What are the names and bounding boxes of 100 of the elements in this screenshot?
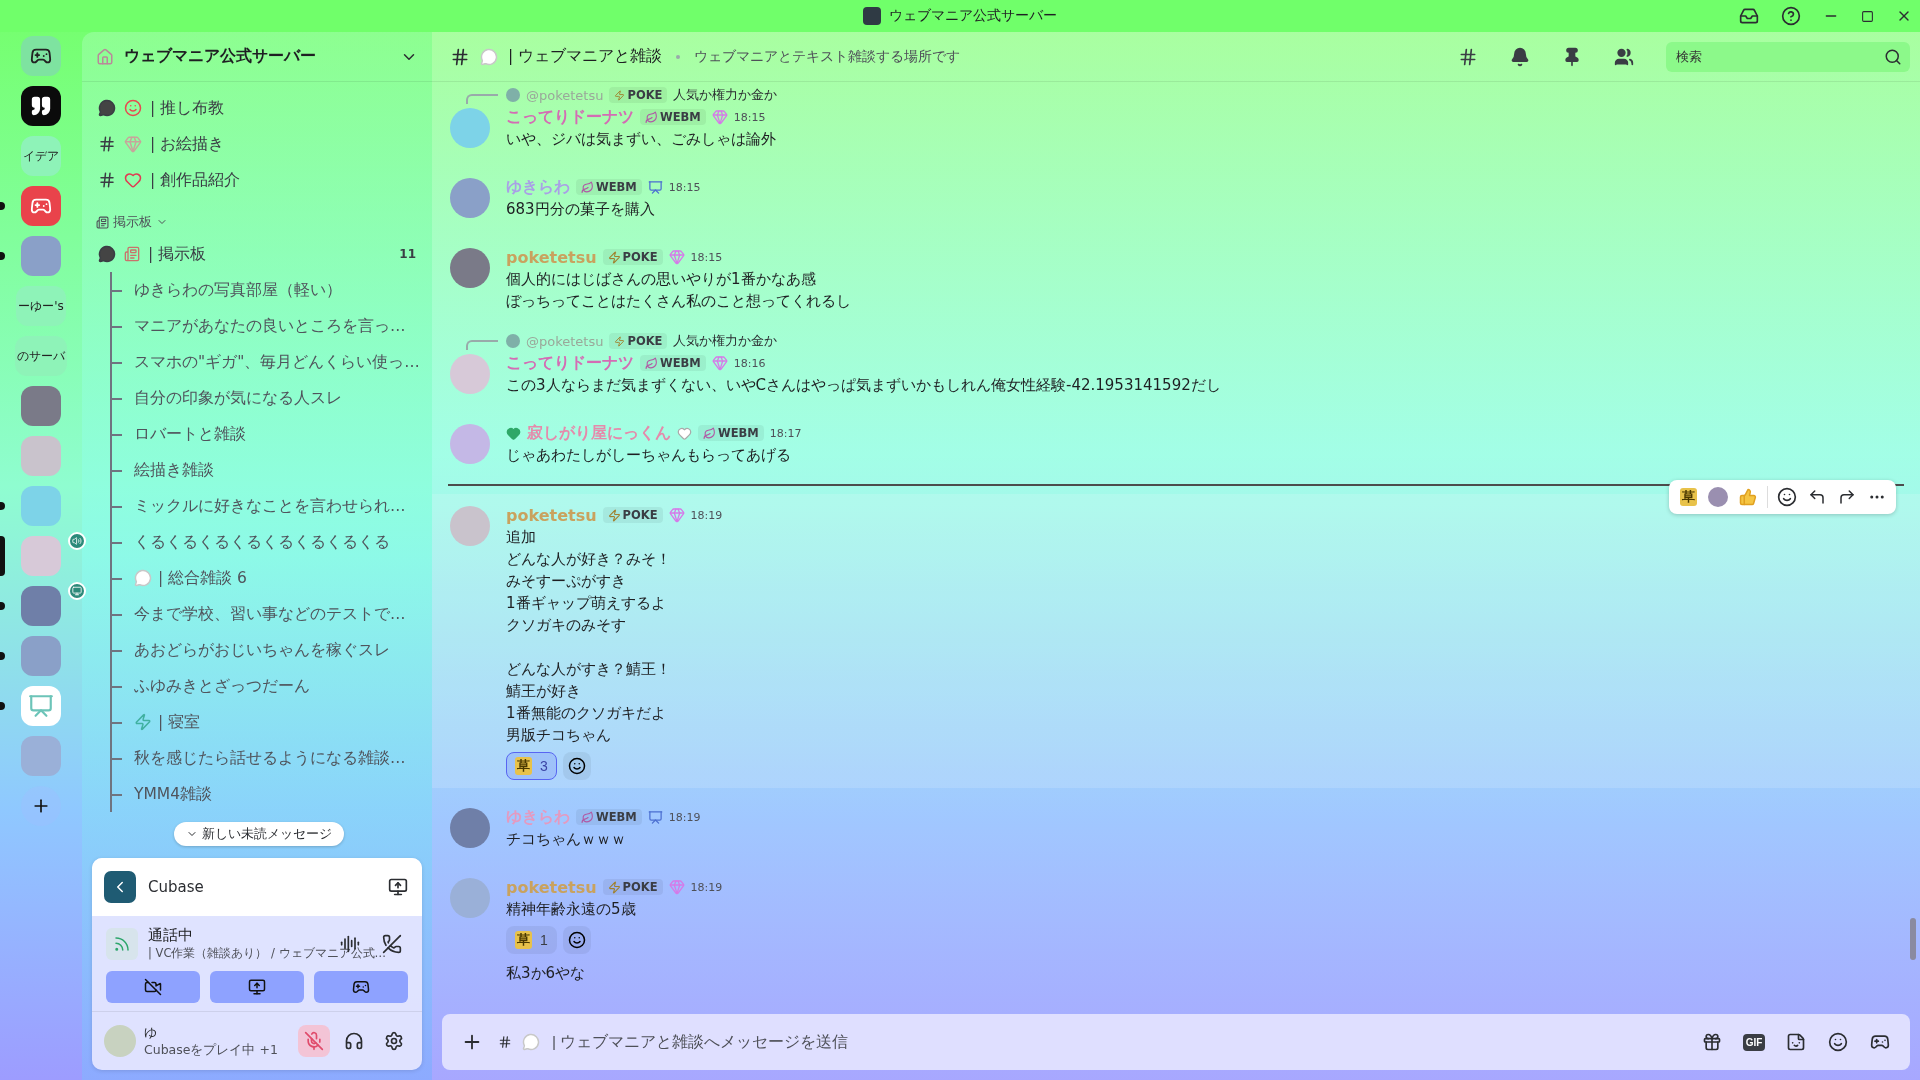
reply-connector xyxy=(466,94,498,104)
crystal-icon xyxy=(711,109,728,125)
channel-name[interactable]: | 推し布教 xyxy=(150,97,225,119)
thread-name[interactable]: YMM4雑談 xyxy=(134,783,213,805)
role-tag: POKE xyxy=(609,87,668,103)
timestamp: 18:19 xyxy=(690,508,723,522)
role-tag: POKE xyxy=(602,507,663,523)
hash-icon xyxy=(498,1035,512,1049)
leaf-icon xyxy=(581,180,594,194)
user-avatar xyxy=(506,334,520,348)
message-text: 1番ギャップ萌えするよ xyxy=(506,593,667,614)
message-text: じゃあわたしがしーちゃんもらってあげる xyxy=(506,445,792,466)
add-server-button[interactable] xyxy=(21,786,61,826)
timestamp: 18:15 xyxy=(668,180,701,194)
message-text: 個人的にはじばさんの思いやりが1番かなあ感 xyxy=(506,269,817,290)
reply-preview[interactable]: 人気か権力か金か xyxy=(673,86,778,104)
monitor-icon xyxy=(68,582,86,600)
newspaper-icon xyxy=(124,246,140,262)
connection-icon xyxy=(106,927,138,960)
heart-icon xyxy=(677,425,692,441)
server-name[interactable]: ウェブマニア公式サーバー xyxy=(124,46,390,67)
thread-name[interactable]: スマホの"ギガ"、毎月どんくらい使っ… xyxy=(134,351,420,373)
add-reaction-button[interactable] xyxy=(562,926,591,954)
crystal-icon xyxy=(668,249,685,265)
thread-name[interactable]: ミックルに好きなことを言わせられ… xyxy=(134,495,406,517)
camera-off-button[interactable] xyxy=(106,971,200,1003)
channel-name[interactable]: | 掲示板 xyxy=(148,243,207,265)
role-tag: WEBM xyxy=(576,809,642,825)
unread-messages-button[interactable]: 新しい未読メッセージ xyxy=(174,822,344,846)
activity-name: Cubase xyxy=(148,878,205,896)
thread-name[interactable]: マニアがあなたの良いところを言っ… xyxy=(134,315,406,337)
lightning-icon xyxy=(607,880,621,894)
message-text: 鯖王が好き xyxy=(506,681,582,702)
unread-count: 11 xyxy=(399,247,416,261)
server-name[interactable]: イデア xyxy=(21,136,61,176)
help-icon[interactable] xyxy=(1781,6,1801,26)
thread-name[interactable]: 秋を感じたら話せるようになる雑談… xyxy=(134,747,406,769)
hearts-icon xyxy=(124,171,142,189)
channel-name[interactable]: | お絵描き xyxy=(150,133,225,155)
user-activity: Cubaseをプレイ中 +1 xyxy=(144,1041,279,1059)
leaf-icon xyxy=(581,810,594,824)
thread-name[interactable]: ロバートと雑談 xyxy=(134,423,246,445)
lightning-icon xyxy=(614,89,626,101)
thread-name[interactable]: 今まで学校、習い事などのテストで… xyxy=(134,603,406,625)
scrollbar[interactable] xyxy=(1910,918,1916,960)
channel-title: | ウェブマニアと雑談 xyxy=(508,46,663,67)
reaction-button[interactable]: 草 1 xyxy=(506,926,557,954)
role-tag: POKE xyxy=(602,249,663,265)
thread-name[interactable]: ふゆみきとざっつだーん xyxy=(134,675,310,697)
channel-name[interactable]: | 創作品紹介 xyxy=(150,169,241,191)
user-avatar[interactable] xyxy=(450,248,490,288)
gif-button[interactable]: GIF xyxy=(1738,1026,1770,1058)
hash-icon xyxy=(98,171,116,189)
message-text: 私3か6やな xyxy=(506,963,587,984)
timestamp: 18:15 xyxy=(690,250,723,264)
timestamp: 18:16 xyxy=(733,356,766,370)
server-picture[interactable] xyxy=(21,586,61,626)
message-field[interactable]: | ウェブマニアと雑談へメッセージを送信 xyxy=(550,1032,1686,1052)
screen-share-icon[interactable] xyxy=(388,877,408,897)
reaction-button[interactable]: 草 3 xyxy=(506,752,557,780)
lightning-icon xyxy=(607,508,621,522)
quote-icon[interactable] xyxy=(21,86,61,126)
reply-connector xyxy=(466,340,498,350)
thread-name[interactable]: 自分の印象が気になる人スレ xyxy=(134,387,342,409)
server-name[interactable]: ーゆー's xyxy=(16,286,66,326)
maximize-icon[interactable] xyxy=(1861,9,1874,23)
role-tag: POKE xyxy=(602,879,663,895)
thread-name[interactable]: あおどらがおじいちゃんを稼ぐスレ xyxy=(134,639,390,661)
app-logo-icon xyxy=(104,871,136,903)
search-input[interactable]: 検索 xyxy=(1674,48,1884,65)
server-name[interactable]: のサーバ xyxy=(15,336,67,376)
activity-button[interactable] xyxy=(314,971,408,1003)
add-reaction-button[interactable] xyxy=(562,752,591,780)
reaction-button[interactable]: 草 xyxy=(1675,484,1701,510)
thread-name[interactable]: ゆきらわの写真部屋（軽い） xyxy=(134,279,342,301)
message-text: どんな人が好き？みそ！ xyxy=(506,549,672,570)
role-tag: WEBM xyxy=(640,109,706,125)
timestamp: 18:17 xyxy=(769,426,802,440)
category-name[interactable]: 掲示板 xyxy=(113,213,152,231)
thread-name[interactable]: | 総合雑談 6 xyxy=(158,567,247,589)
mic-button[interactable] xyxy=(298,1025,330,1057)
inbox-icon[interactable] xyxy=(1739,6,1759,26)
timestamp: 18:15 xyxy=(733,110,766,124)
reply-preview[interactable]: 人気か権力か金か xyxy=(673,332,778,350)
search-field[interactable]: 検索 xyxy=(1666,41,1910,72)
controller-logo-icon[interactable] xyxy=(21,186,61,226)
message-text: 追加 xyxy=(506,527,537,548)
screen-share-icon xyxy=(248,978,266,996)
search-icon[interactable] xyxy=(1884,47,1902,66)
role-tag: POKE xyxy=(609,333,668,349)
user-avatar xyxy=(506,88,520,102)
thread-name[interactable]: 絵描き雑談 xyxy=(134,459,214,481)
crystal-icon xyxy=(668,879,685,895)
thread-name[interactable]: くるくるくるくるくるくるくるくる xyxy=(134,531,390,553)
speech-bubble-icon xyxy=(480,47,498,66)
server-picture[interactable] xyxy=(21,386,61,426)
screen-share-button[interactable] xyxy=(210,971,304,1003)
hash-icon xyxy=(450,46,470,67)
message-composer[interactable]: | ウェブマニアと雑談へメッセージを送信 GIF xyxy=(442,1014,1910,1070)
thread-name[interactable]: | 寝室 xyxy=(158,711,201,733)
